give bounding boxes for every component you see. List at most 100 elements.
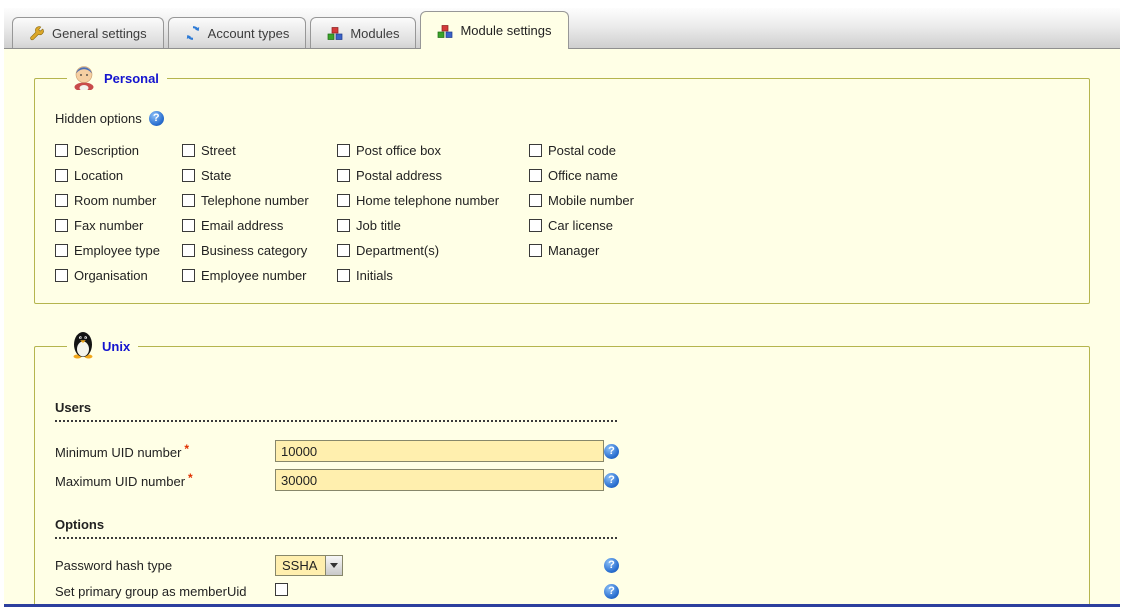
hidden-option-item: State [182,168,337,183]
hidden-option-item: Employee type [55,243,182,258]
hidden-option-label: Employee type [74,243,160,258]
lam-config-window: General settings Account types [4,8,1120,607]
help-icon[interactable] [604,444,619,459]
help-icon[interactable] [604,558,619,573]
hidden-option-label: Manager [548,243,599,258]
password-hash-field-cell: SSHA [275,555,604,576]
hidden-option-checkbox[interactable] [182,194,195,207]
hidden-option-label: Home telephone number [356,193,499,208]
personal-section-legend: Personal [67,63,167,93]
max-uid-field-cell [275,469,604,491]
hidden-option-label: Postal address [356,168,442,183]
hidden-option-item: Street [182,143,337,158]
hidden-option-item: Postal address [337,168,529,183]
tab-label: Modules [350,26,399,41]
hidden-option-item: Job title [337,218,529,233]
max-uid-input[interactable] [275,469,604,491]
password-hash-select[interactable]: SSHA [275,555,343,576]
hidden-option-checkbox[interactable] [529,219,542,232]
hidden-option-label: Department(s) [356,243,439,258]
hidden-option-checkbox[interactable] [55,219,68,232]
min-uid-label-cell: Minimum UID number* [55,442,275,460]
hidden-options-grid: Description Street Post office box Postal c… [55,143,1069,283]
hidden-option-checkbox[interactable] [182,244,195,257]
max-uid-row: Maximum UID number* [55,469,1069,491]
hidden-option-checkbox[interactable] [337,219,350,232]
hidden-option-item: Employee number [182,268,337,283]
hidden-option-checkbox[interactable] [182,269,195,282]
hidden-option-checkbox[interactable] [529,194,542,207]
modules-blocks-icon [327,25,343,41]
min-uid-input[interactable] [275,440,604,462]
min-uid-field-cell [275,440,604,462]
hidden-option-checkbox[interactable] [55,269,68,282]
hidden-option-checkbox[interactable] [182,169,195,182]
hidden-option-checkbox[interactable] [529,169,542,182]
unix-section-legend: Unix [67,330,138,362]
hidden-option-label: Car license [548,218,613,233]
hidden-option-checkbox[interactable] [55,244,68,257]
personal-section: Personal Hidden options Description Stree… [34,63,1090,304]
hidden-option-item: Initials [337,268,529,283]
dropdown-arrow-icon [325,556,342,575]
hidden-option-checkbox[interactable] [182,144,195,157]
hidden-option-label: Initials [356,268,393,283]
help-icon[interactable] [604,584,619,599]
hidden-option-item: Fax number [55,218,182,233]
max-uid-label: Maximum UID number [55,474,185,489]
hidden-option-item: Description [55,143,182,158]
hidden-options-label: Hidden options [55,111,142,126]
hidden-option-label: Office name [548,168,618,183]
hidden-option-item: Organisation [55,268,182,283]
modules-blocks-icon [437,23,453,39]
hidden-option-item: Business category [182,243,337,258]
hidden-option-item: Postal code [529,143,749,158]
hidden-option-label: Room number [74,193,156,208]
hidden-option-checkbox[interactable] [529,244,542,257]
hidden-option-label: Employee number [201,268,307,283]
unix-section-title: Unix [102,339,130,354]
tab-module-settings[interactable]: Module settings [420,11,568,49]
hidden-option-label: Email address [201,218,283,233]
hidden-option-checkbox[interactable] [337,169,350,182]
personal-section-title: Personal [104,71,159,86]
hidden-option-checkbox[interactable] [55,169,68,182]
wrench-icon [29,25,45,41]
member-uid-label-cell: Set primary group as memberUid [55,584,275,599]
hidden-option-checkbox[interactable] [182,219,195,232]
member-uid-row: Set primary group as memberUid [55,583,1069,599]
password-hash-label: Password hash type [55,558,172,573]
member-uid-field-cell [275,583,604,599]
hidden-option-label: Telephone number [201,193,309,208]
tab-account-types[interactable]: Account types [168,17,307,48]
hidden-option-label: Job title [356,218,401,233]
hidden-option-label: State [201,168,231,183]
member-uid-checkbox[interactable] [275,583,288,596]
hidden-option-item: Room number [55,193,182,208]
hidden-option-checkbox[interactable] [55,144,68,157]
hidden-option-label: Business category [201,243,307,258]
hidden-option-item: Mobile number [529,193,749,208]
module-settings-page: Personal Hidden options Description Stree… [4,49,1120,604]
help-icon[interactable] [149,111,164,126]
hidden-option-checkbox[interactable] [337,194,350,207]
hidden-option-item: Department(s) [337,243,529,258]
help-icon[interactable] [604,473,619,488]
tab-general-settings[interactable]: General settings [12,17,164,48]
hidden-option-checkbox[interactable] [55,194,68,207]
tab-label: Account types [208,26,290,41]
hidden-option-checkbox[interactable] [337,144,350,157]
hidden-option-checkbox[interactable] [337,244,350,257]
hidden-option-checkbox[interactable] [337,269,350,282]
hidden-option-checkbox[interactable] [529,144,542,157]
hidden-option-label: Description [74,143,139,158]
required-marker: * [188,471,193,485]
hidden-option-item: Telephone number [182,193,337,208]
hidden-option-label: Organisation [74,268,148,283]
hidden-option-label: Postal code [548,143,616,158]
min-uid-label: Minimum UID number [55,445,181,460]
options-header: Options [55,517,617,539]
hidden-option-label: Post office box [356,143,441,158]
tab-modules[interactable]: Modules [310,17,416,48]
password-hash-label-cell: Password hash type [55,558,275,573]
